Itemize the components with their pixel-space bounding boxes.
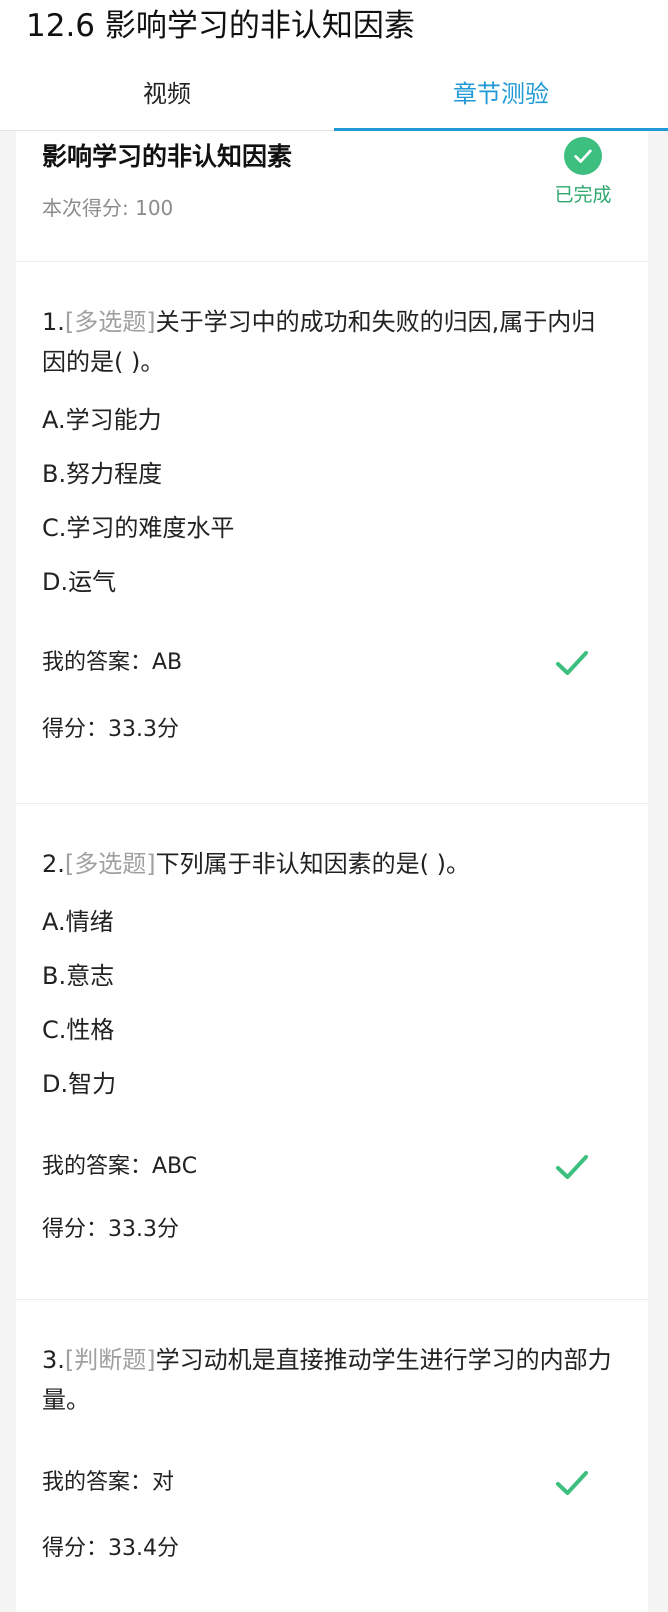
quiz-title: 影响学习的非认知因素 bbox=[42, 142, 293, 171]
question-type: [多选题] bbox=[64, 308, 156, 336]
question-number: 2. bbox=[42, 850, 65, 878]
my-answer: 我的答案：AB bbox=[42, 650, 183, 675]
tab-chapter-quiz[interactable]: 章节测验 bbox=[334, 64, 668, 131]
option-d: D.智力 bbox=[42, 1070, 117, 1098]
option-a: A.情绪 bbox=[42, 908, 114, 936]
completed-label: 已完成 bbox=[554, 184, 612, 206]
question-text: 1.[多选题]关于学习中的成功和失败的归因,属于内归因的是( )。 bbox=[42, 302, 618, 382]
tab-video[interactable]: 视频 bbox=[0, 64, 334, 130]
my-answer: 我的答案：对 bbox=[42, 1470, 175, 1495]
quiz-score: 本次得分: 100 bbox=[42, 196, 174, 220]
tab-chapter-quiz-label: 章节测验 bbox=[453, 80, 549, 108]
my-answer: 我的答案：ABC bbox=[42, 1154, 198, 1179]
option-c: C.学习的难度水平 bbox=[42, 514, 235, 542]
tab-video-label: 视频 bbox=[143, 80, 191, 108]
question-number: 1. bbox=[42, 308, 65, 336]
question-text: 3.[判断题]学习动机是直接推动学生进行学习的内部力量。 bbox=[42, 1340, 618, 1420]
question-2: 2.[多选题]下列属于非认知因素的是( )。 A.情绪 B.意志 C.性格 D.… bbox=[16, 804, 648, 1300]
option-a: A.学习能力 bbox=[42, 406, 162, 434]
quiz-content[interactable]: 影响学习的非认知因素 本次得分: 100 已完成 1.[多选题]关于学习中的成功… bbox=[16, 131, 648, 1612]
question-type: [判断题] bbox=[64, 1346, 156, 1374]
question-1: 1.[多选题]关于学习中的成功和失败的归因,属于内归因的是( )。 A.学习能力… bbox=[16, 262, 648, 804]
my-answer-row: 我的答案：AB bbox=[42, 648, 618, 678]
quiz-summary: 影响学习的非认知因素 本次得分: 100 已完成 bbox=[16, 131, 648, 262]
question-body: 下列属于非认知因素的是( )。 bbox=[155, 850, 470, 878]
option-c: C.性格 bbox=[42, 1016, 115, 1044]
option-d: D.运气 bbox=[42, 568, 117, 596]
top-bar: 12.6 影响学习的非认知因素 视频 章节测验 bbox=[0, 0, 668, 131]
my-answer-row: 我的答案：ABC bbox=[42, 1152, 618, 1182]
question-number: 3. bbox=[42, 1346, 65, 1374]
question-score: 得分：33.4分 bbox=[42, 1536, 179, 1561]
question-text: 2.[多选题]下列属于非认知因素的是( )。 bbox=[42, 844, 618, 884]
option-b: B.努力程度 bbox=[42, 460, 163, 488]
question-score: 得分：33.3分 bbox=[42, 1217, 179, 1242]
completed-badge: 已完成 bbox=[548, 137, 618, 207]
my-answer-row: 我的答案：对 bbox=[42, 1468, 618, 1498]
question-type: [多选题] bbox=[64, 850, 156, 878]
option-b: B.意志 bbox=[42, 962, 115, 990]
page-title: 12.6 影响学习的非认知因素 bbox=[26, 8, 415, 44]
check-mark-icon bbox=[556, 1155, 588, 1179]
check-mark-icon bbox=[556, 1471, 588, 1495]
check-circle-icon bbox=[564, 137, 602, 175]
tab-bar: 视频 章节测验 bbox=[0, 64, 668, 131]
question-score: 得分：33.3分 bbox=[42, 717, 179, 742]
question-3: 3.[判断题]学习动机是直接推动学生进行学习的内部力量。 我的答案：对 得分：3… bbox=[16, 1300, 648, 1612]
check-mark-icon bbox=[556, 651, 588, 675]
